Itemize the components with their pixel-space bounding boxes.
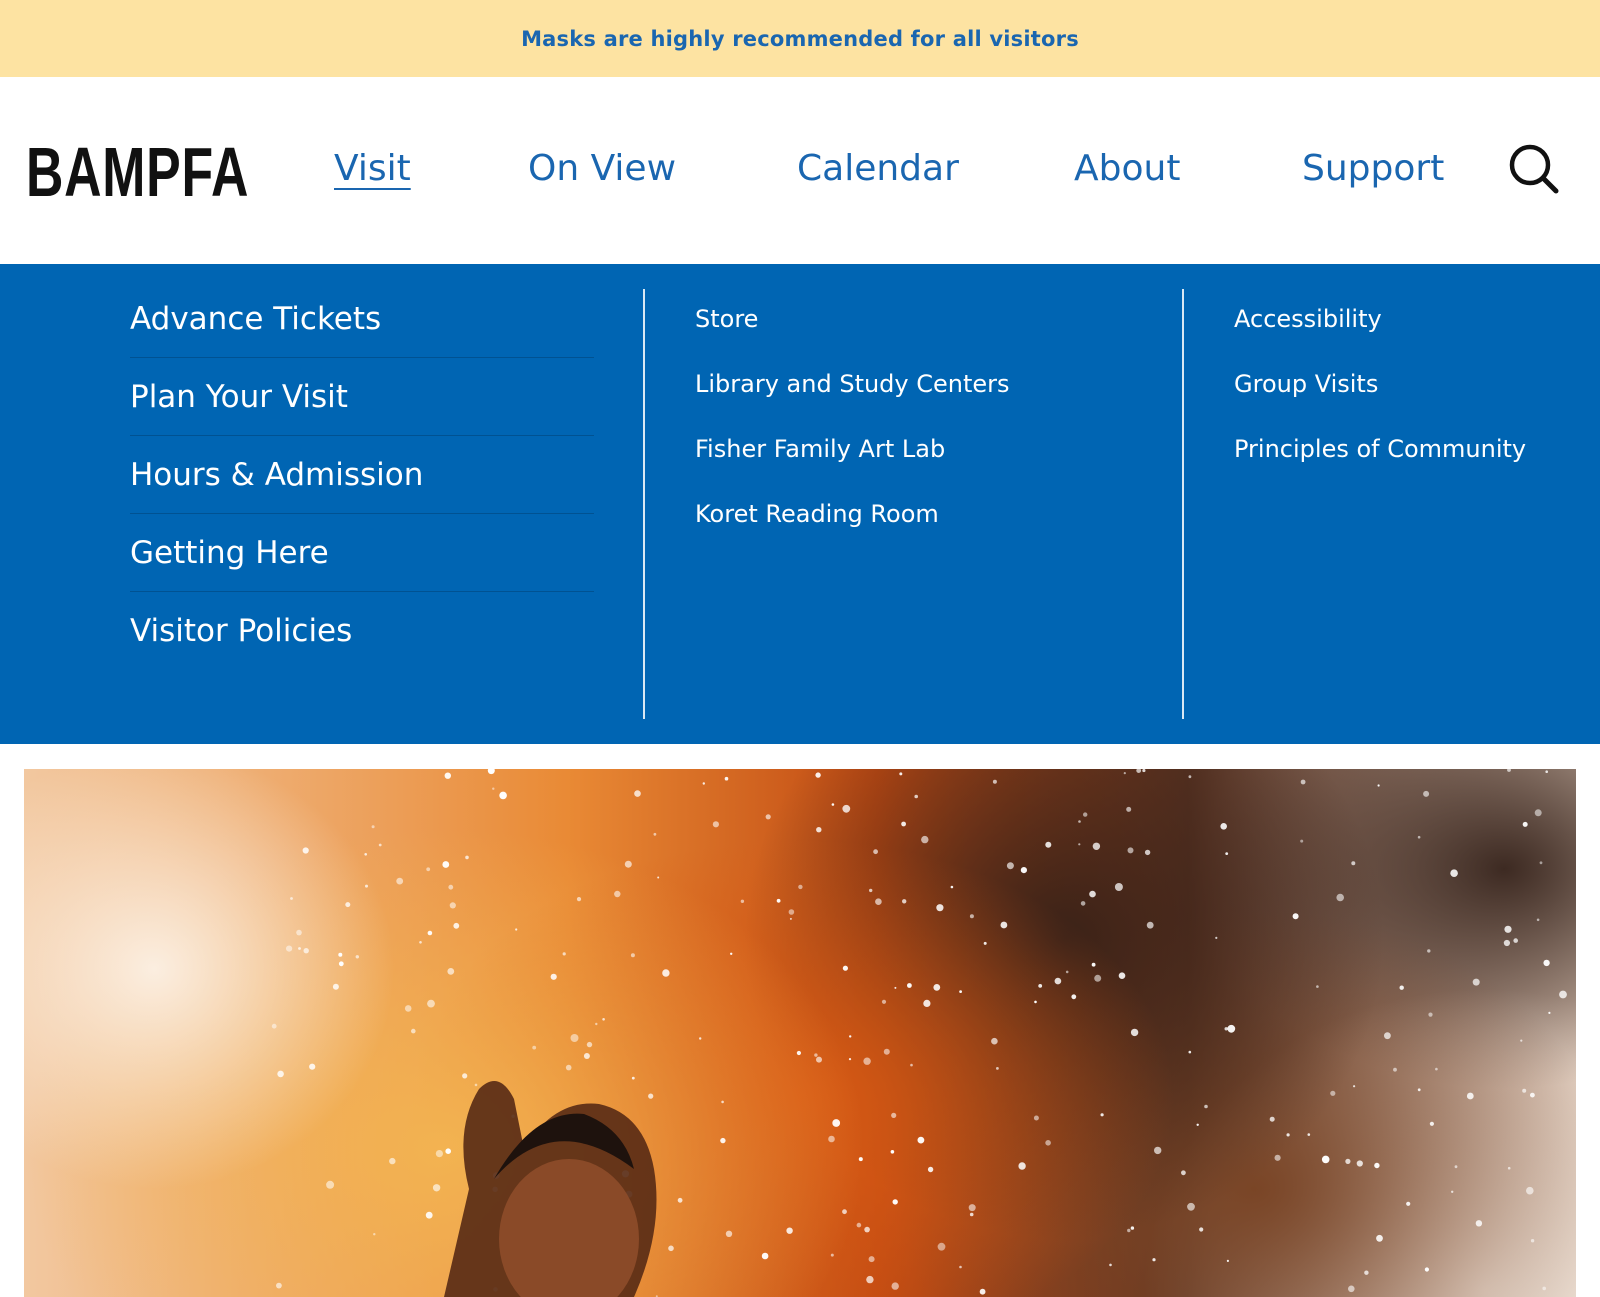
hero-figure xyxy=(444,1081,657,1297)
hero-image xyxy=(24,769,1576,1297)
nav-support[interactable]: Support xyxy=(1302,147,1444,191)
primary-links: Advance Tickets Plan Your Visit Hours & … xyxy=(130,280,594,670)
nav-calendar[interactable]: Calendar xyxy=(797,147,959,191)
nav-on-view[interactable]: On View xyxy=(528,147,676,191)
announcement-text: Masks are highly recommended for all vis… xyxy=(521,26,1079,51)
menu-link-accessibility[interactable]: Accessibility xyxy=(1234,300,1554,339)
announcement-banner: Masks are highly recommended for all vis… xyxy=(0,0,1600,77)
menu-link-library-study-centers[interactable]: Library and Study Centers xyxy=(695,365,1175,404)
menu-link-visitor-policies[interactable]: Visitor Policies xyxy=(130,592,594,670)
visit-mega-menu: Advance Tickets Plan Your Visit Hours & … xyxy=(0,264,1600,744)
menu-link-getting-here[interactable]: Getting Here xyxy=(130,514,594,592)
site-header: BAMPFA Visit On View Calendar About Supp… xyxy=(0,77,1600,264)
menu-link-store[interactable]: Store xyxy=(695,300,1175,339)
menu-link-principles-of-community[interactable]: Principles of Community xyxy=(1234,430,1554,469)
menu-link-koret-reading-room[interactable]: Koret Reading Room xyxy=(695,495,1175,534)
search-button[interactable] xyxy=(1506,141,1562,197)
search-icon xyxy=(1509,144,1559,194)
menu-link-advance-tickets[interactable]: Advance Tickets xyxy=(130,280,594,358)
column-divider xyxy=(643,289,645,719)
secondary-links: Store Library and Study Centers Fisher F… xyxy=(695,300,1175,560)
nav-visit[interactable]: Visit xyxy=(334,147,411,191)
menu-link-group-visits[interactable]: Group Visits xyxy=(1234,365,1554,404)
menu-link-hours-admission[interactable]: Hours & Admission xyxy=(130,436,594,514)
menu-link-plan-your-visit[interactable]: Plan Your Visit xyxy=(130,358,594,436)
column-divider xyxy=(1182,289,1184,719)
menu-link-fisher-family-art-lab[interactable]: Fisher Family Art Lab xyxy=(695,430,1175,469)
site-logo[interactable]: BAMPFA xyxy=(26,137,249,207)
nav-about[interactable]: About xyxy=(1074,147,1180,191)
tertiary-links: Accessibility Group Visits Principles of… xyxy=(1234,300,1554,495)
